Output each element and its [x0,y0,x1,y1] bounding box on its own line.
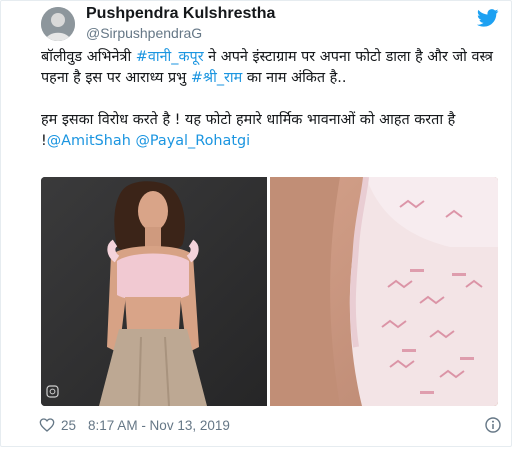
avatar[interactable] [41,7,75,41]
heart-icon[interactable] [39,417,55,433]
photo-right[interactable] [270,177,498,406]
text-segment: का नाम अंकित है.. [242,70,347,86]
tweet-paragraph-2: हम इसका विरोध करते है ! यह फोटो हमारे धा… [41,110,506,152]
tweet-paragraph-1: बॉलीवुड अभिनेत्री #वानी_कपूर ने अपने इंस… [41,47,506,89]
timestamp-link[interactable]: 8:17 AM - Nov 13, 2019 [88,418,230,433]
info-icon[interactable] [485,417,501,433]
like-count[interactable]: 25 [61,418,76,433]
text-segment: बॉलीवुड अभिनेत्री [41,49,136,65]
mention-link[interactable]: @Payal_Rohatgi [135,133,250,149]
twitter-bird-icon[interactable] [476,9,499,27]
author-name[interactable]: Pushpendra Kulshrestha [86,5,275,23]
hashtag-link[interactable]: #श्री_राम [191,70,242,86]
hashtag-link[interactable]: #वानी_कपूर [136,49,204,65]
media-grid [41,177,498,406]
mention-link[interactable]: @AmitShah [47,133,131,149]
author-handle[interactable]: @SirpushpendraG [86,25,202,41]
tweet-text: बॉलीवुड अभिनेत्री #वानी_कपूर ने अपने इंस… [41,47,506,152]
photo-left[interactable] [41,177,267,406]
tweet-card: Pushpendra Kulshrestha @SirpushpendraG ब… [0,0,512,447]
tweet-footer: 25 8:17 AM - Nov 13, 2019 [39,413,230,437]
